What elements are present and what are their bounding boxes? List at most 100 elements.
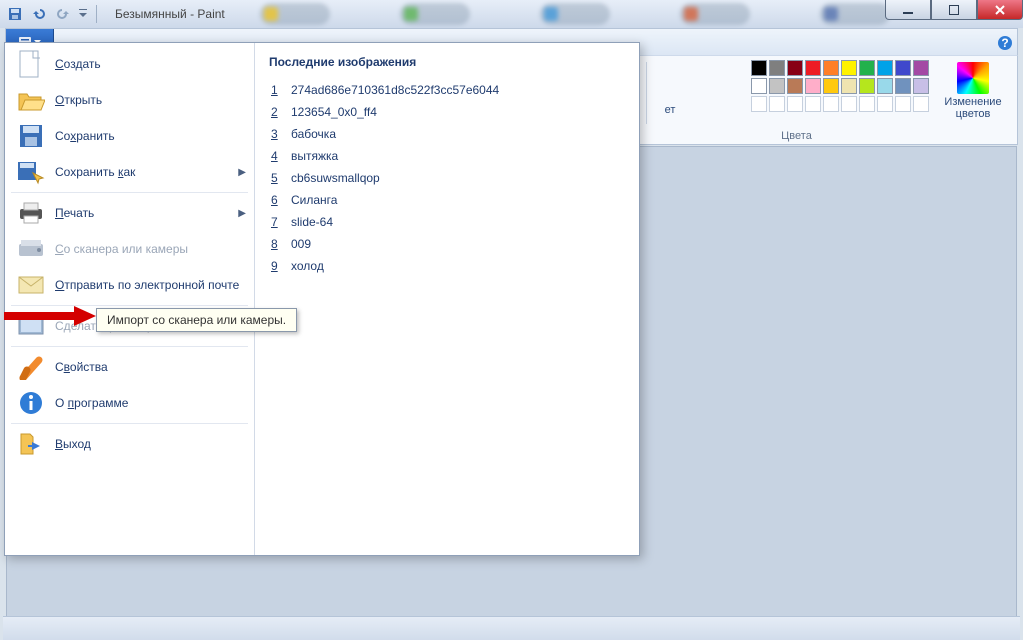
menu-item-open[interactable]: Открыть <box>5 82 254 118</box>
menu-item-exit[interactable]: Выход <box>5 426 254 462</box>
color-swatch[interactable] <box>823 96 839 112</box>
color-swatch[interactable] <box>859 96 875 112</box>
submenu-arrow-icon: ▶ <box>238 167 246 178</box>
menu-item-label: Сохранить как <box>55 165 135 179</box>
color-swatch[interactable] <box>841 96 857 112</box>
window-controls <box>885 0 1023 20</box>
menu-item-label: О программе <box>55 396 128 410</box>
recent-item[interactable]: 6Силанга <box>269 189 625 211</box>
saveas-icon <box>17 158 45 186</box>
recent-item[interactable]: 4вытяжка <box>269 145 625 167</box>
qat-save-button[interactable] <box>4 3 26 25</box>
qat-undo-button[interactable] <box>28 3 50 25</box>
color-swatch[interactable] <box>913 96 929 112</box>
email-icon <box>17 271 45 299</box>
recent-item[interactable]: 5cb6suwsmallqop <box>269 167 625 189</box>
colors-group: Изменение цветов <box>751 60 1007 140</box>
menu-separator <box>11 346 248 347</box>
color-swatch[interactable] <box>841 60 857 76</box>
open-icon <box>17 86 45 114</box>
recent-item[interactable]: 7 slide-64 <box>269 211 625 233</box>
menu-item-label: Создать <box>55 57 101 71</box>
recent-item-name: 009 <box>291 237 311 251</box>
recent-item-index: 7 <box>271 215 281 229</box>
window-title: Безымянный - Paint <box>115 7 225 21</box>
menu-item-save[interactable]: Сохранить <box>5 118 254 154</box>
print-icon <box>17 199 45 227</box>
recent-item[interactable]: 8 009 <box>269 233 625 255</box>
recent-item-index: 4 <box>271 149 281 163</box>
maximize-button[interactable] <box>931 0 977 20</box>
recent-item-index: 9 <box>271 259 281 273</box>
color-swatch[interactable] <box>805 96 821 112</box>
scanner-icon <box>17 235 45 263</box>
menu-item-properties[interactable]: Свойства <box>5 349 254 385</box>
color-swatch[interactable] <box>877 96 893 112</box>
file-menu-left: Создать Открыть Сохранить Сохранить как ▶ Печ… <box>5 43 255 555</box>
color-swatch[interactable] <box>769 96 785 112</box>
recent-item[interactable]: 9холод <box>269 255 625 277</box>
color-swatch[interactable] <box>769 60 785 76</box>
titlebar: Безымянный - Paint <box>0 0 1023 28</box>
file-menu: Создать Открыть Сохранить Сохранить как ▶ Печ… <box>4 42 640 556</box>
save-icon <box>17 122 45 150</box>
menu-item-saveas[interactable]: Сохранить как ▶ <box>5 154 254 190</box>
close-button[interactable] <box>977 0 1023 20</box>
recent-item-index: 2 <box>271 105 281 119</box>
edit-colors-button[interactable]: Изменение цветов <box>939 60 1007 122</box>
color-swatch[interactable] <box>859 78 875 94</box>
color-swatch[interactable] <box>895 60 911 76</box>
qat-customize-dropdown[interactable] <box>76 3 90 25</box>
color-swatch[interactable] <box>751 96 767 112</box>
color-swatch[interactable] <box>805 78 821 94</box>
menu-item-label: Со сканера или камеры <box>55 242 188 256</box>
recent-item-name: slide-64 <box>291 215 333 229</box>
tooltip: Импорт со сканера или камеры. <box>96 308 297 332</box>
color-swatch[interactable] <box>877 60 893 76</box>
color-swatch[interactable] <box>751 60 767 76</box>
menu-item-print[interactable]: Печать▶ <box>5 195 254 231</box>
colors-group-label: Цвета <box>646 130 947 142</box>
color-swatch[interactable] <box>895 96 911 112</box>
exit-icon <box>17 430 45 458</box>
minimize-button[interactable] <box>885 0 931 20</box>
recent-item-name: Силанга <box>291 193 337 207</box>
menu-item-label: Открыть <box>55 93 102 107</box>
color-swatch[interactable] <box>769 78 785 94</box>
recent-item-index: 5 <box>271 171 281 185</box>
color-swatch[interactable] <box>823 60 839 76</box>
color-swatch[interactable] <box>859 60 875 76</box>
color-swatch[interactable] <box>823 78 839 94</box>
color-swatch[interactable] <box>787 96 803 112</box>
menu-item-about[interactable]: О программе <box>5 385 254 421</box>
menu-item-new[interactable]: Создать <box>5 46 254 82</box>
color-swatch[interactable] <box>841 78 857 94</box>
color-swatch[interactable] <box>895 78 911 94</box>
color-swatch[interactable] <box>913 60 929 76</box>
svg-text:?: ? <box>1001 36 1008 50</box>
file-menu-right: Последние изображения 1274ad686e710361d8… <box>255 43 639 555</box>
background-blur <box>260 3 890 25</box>
recent-item-index: 8 <box>271 237 281 251</box>
menu-separator <box>11 423 248 424</box>
color-swatch[interactable] <box>787 60 803 76</box>
menu-item-label: Свойства <box>55 360 108 374</box>
color-swatch[interactable] <box>805 60 821 76</box>
recent-item[interactable]: 1274ad686e710361d8c522f3cc57e6044 <box>269 79 625 101</box>
help-button[interactable]: ? <box>993 29 1017 56</box>
color-swatch[interactable] <box>787 78 803 94</box>
color-swatch[interactable] <box>877 78 893 94</box>
menu-item-label: Выход <box>55 437 91 451</box>
divider <box>96 5 97 23</box>
color-swatch[interactable] <box>913 78 929 94</box>
annotation-arrow <box>4 306 96 326</box>
color-swatches <box>751 60 929 112</box>
recent-item-index: 3 <box>271 127 281 141</box>
quick-access-toolbar <box>4 3 90 25</box>
qat-redo-button[interactable] <box>52 3 74 25</box>
recent-item[interactable]: 2123654_0x0_ff4 <box>269 101 625 123</box>
color-swatch[interactable] <box>751 78 767 94</box>
recent-item[interactable]: 3бабочка <box>269 123 625 145</box>
menu-item-email[interactable]: Отправить по электронной почте <box>5 267 254 303</box>
menu-item-scanner: Со сканера или камеры <box>5 231 254 267</box>
